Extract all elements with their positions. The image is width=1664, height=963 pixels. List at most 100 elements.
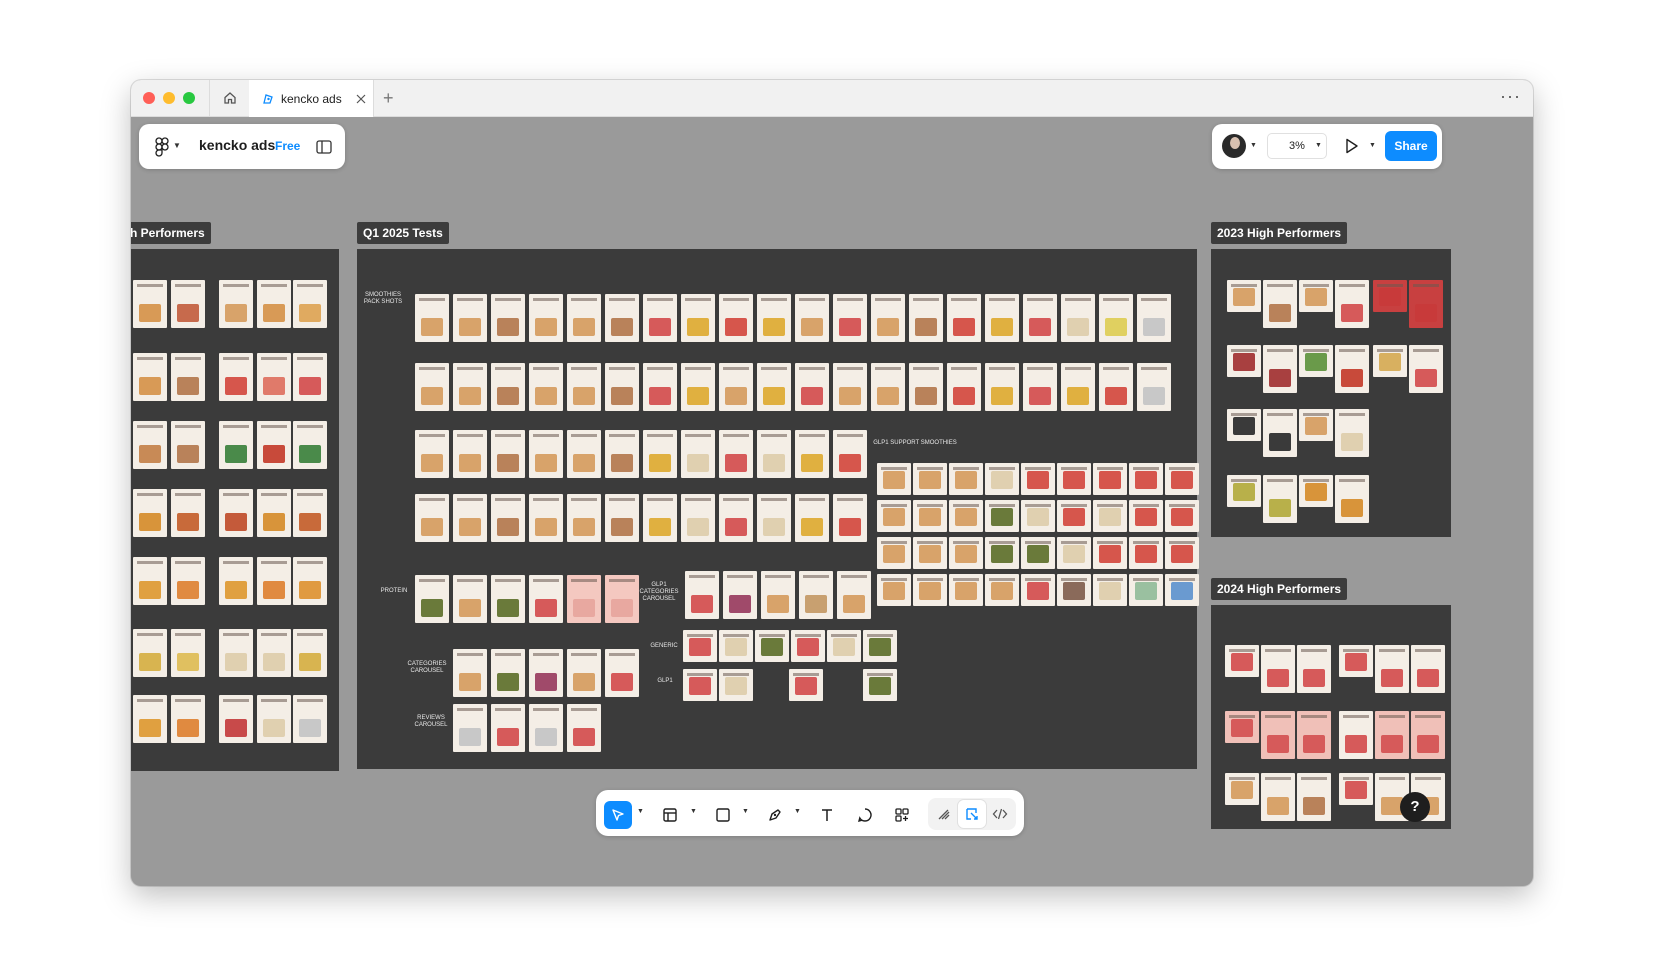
ad-thumbnail[interactable] <box>985 500 1019 532</box>
chevron-down-icon[interactable]: ▼ <box>173 141 181 150</box>
ad-thumbnail[interactable] <box>643 430 677 478</box>
ad-thumbnail[interactable] <box>1099 294 1133 342</box>
avatar[interactable] <box>1222 134 1246 158</box>
document-tab[interactable]: kencko ads <box>249 80 374 117</box>
ad-thumbnail[interactable] <box>1373 280 1407 312</box>
ad-thumbnail[interactable] <box>1227 475 1261 507</box>
ad-thumbnail[interactable] <box>605 649 639 697</box>
ad-thumbnail[interactable] <box>415 575 449 623</box>
frame-label[interactable]: 2023 High Performers <box>1211 222 1348 244</box>
ad-thumbnail[interactable] <box>947 363 981 411</box>
ad-thumbnail[interactable] <box>1335 475 1369 523</box>
design-mode[interactable] <box>958 800 986 828</box>
ad-thumbnail[interactable] <box>219 489 253 537</box>
ad-thumbnail[interactable] <box>1165 463 1199 495</box>
ad-thumbnail[interactable] <box>219 557 253 605</box>
ad-thumbnail[interactable] <box>949 537 983 569</box>
ad-thumbnail[interactable] <box>949 574 983 606</box>
ad-thumbnail[interactable] <box>1409 345 1443 393</box>
close-tab-icon[interactable] <box>356 94 366 104</box>
ad-thumbnail[interactable] <box>567 430 601 478</box>
ad-thumbnail[interactable] <box>837 571 871 619</box>
ad-thumbnail[interactable] <box>453 294 487 342</box>
ad-thumbnail[interactable] <box>1297 773 1331 821</box>
ad-thumbnail[interactable] <box>755 630 789 662</box>
ad-thumbnail[interactable] <box>1375 645 1409 693</box>
ad-thumbnail[interactable] <box>681 294 715 342</box>
ad-thumbnail[interactable] <box>171 695 205 743</box>
ad-thumbnail[interactable] <box>605 575 639 623</box>
ad-thumbnail[interactable] <box>949 463 983 495</box>
ad-thumbnail[interactable] <box>529 430 563 478</box>
ad-thumbnail[interactable] <box>1057 463 1091 495</box>
ad-thumbnail[interactable] <box>863 630 897 662</box>
ad-thumbnail[interactable] <box>1093 574 1127 606</box>
ad-thumbnail[interactable] <box>719 430 753 478</box>
ad-thumbnail[interactable] <box>757 430 791 478</box>
frame-high-performers[interactable] <box>131 249 339 771</box>
ad-thumbnail[interactable] <box>529 294 563 342</box>
ad-thumbnail[interactable] <box>871 294 905 342</box>
ad-thumbnail[interactable] <box>643 494 677 542</box>
ad-thumbnail[interactable] <box>1339 773 1373 805</box>
file-name[interactable]: kencko ads <box>199 137 275 153</box>
ad-thumbnail[interactable] <box>1129 500 1163 532</box>
ad-thumbnail[interactable] <box>757 294 791 342</box>
play-icon[interactable] <box>1345 138 1359 154</box>
ad-thumbnail[interactable] <box>1129 574 1163 606</box>
ad-thumbnail[interactable] <box>1099 363 1133 411</box>
ad-thumbnail[interactable] <box>827 630 861 662</box>
ad-thumbnail[interactable] <box>1409 280 1443 328</box>
ad-thumbnail[interactable] <box>1339 711 1373 759</box>
ad-thumbnail[interactable] <box>1335 280 1369 328</box>
ad-thumbnail[interactable] <box>1021 537 1055 569</box>
ad-thumbnail[interactable] <box>1057 574 1091 606</box>
ad-thumbnail[interactable] <box>985 363 1019 411</box>
ad-thumbnail[interactable] <box>1021 574 1055 606</box>
chevron-down-icon[interactable]: ▼ <box>637 808 644 815</box>
ad-thumbnail[interactable] <box>453 704 487 752</box>
ad-thumbnail[interactable] <box>1129 463 1163 495</box>
ad-thumbnail[interactable] <box>1335 409 1369 457</box>
ad-thumbnail[interactable] <box>1137 294 1171 342</box>
ad-thumbnail[interactable] <box>1021 463 1055 495</box>
ad-thumbnail[interactable] <box>1093 537 1127 569</box>
ad-thumbnail[interactable] <box>293 489 327 537</box>
ad-thumbnail[interactable] <box>491 430 525 478</box>
ad-thumbnail[interactable] <box>171 557 205 605</box>
ad-thumbnail[interactable] <box>799 571 833 619</box>
ad-thumbnail[interactable] <box>133 557 167 605</box>
ad-thumbnail[interactable] <box>257 629 291 677</box>
ad-thumbnail[interactable] <box>133 489 167 537</box>
ad-thumbnail[interactable] <box>567 494 601 542</box>
ad-thumbnail[interactable] <box>1093 463 1127 495</box>
ad-thumbnail[interactable] <box>723 571 757 619</box>
ad-thumbnail[interactable] <box>1137 363 1171 411</box>
ad-thumbnail[interactable] <box>1093 500 1127 532</box>
ad-thumbnail[interactable] <box>833 294 867 342</box>
ad-thumbnail[interactable] <box>133 695 167 743</box>
ad-thumbnail[interactable] <box>913 537 947 569</box>
ad-thumbnail[interactable] <box>791 630 825 662</box>
ad-thumbnail[interactable] <box>757 494 791 542</box>
ad-thumbnail[interactable] <box>833 430 867 478</box>
ad-thumbnail[interactable] <box>219 695 253 743</box>
ad-thumbnail[interactable] <box>1061 294 1095 342</box>
ad-thumbnail[interactable] <box>1057 537 1091 569</box>
ad-thumbnail[interactable] <box>567 649 601 697</box>
ad-thumbnail[interactable] <box>415 363 449 411</box>
ad-thumbnail[interactable] <box>219 629 253 677</box>
ad-thumbnail[interactable] <box>491 494 525 542</box>
ad-thumbnail[interactable] <box>1023 363 1057 411</box>
maximize-window-button[interactable] <box>183 92 195 104</box>
ad-thumbnail[interactable] <box>133 280 167 328</box>
ad-thumbnail[interactable] <box>1263 409 1297 457</box>
ad-thumbnail[interactable] <box>985 463 1019 495</box>
ad-thumbnail[interactable] <box>1057 500 1091 532</box>
ad-thumbnail[interactable] <box>719 363 753 411</box>
frame-2023-high-performers[interactable] <box>1211 249 1451 537</box>
ad-thumbnail[interactable] <box>1227 409 1261 441</box>
ad-thumbnail[interactable] <box>833 363 867 411</box>
ad-thumbnail[interactable] <box>257 557 291 605</box>
move-tool[interactable] <box>604 801 632 829</box>
